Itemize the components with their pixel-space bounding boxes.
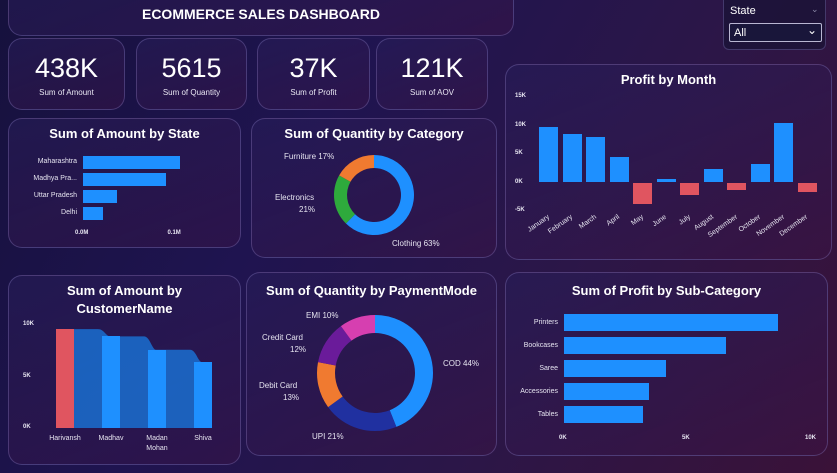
chart-title: Profit by Month — [620, 72, 717, 87]
bar — [564, 360, 667, 377]
state-dropdown[interactable]: All ⌄ — [729, 23, 822, 42]
bar — [83, 156, 181, 169]
bar-label: Printers — [533, 319, 558, 326]
slice-label: Furniture 17% — [284, 152, 335, 161]
bar — [727, 182, 746, 191]
bar-label: Tables — [537, 411, 558, 418]
slice-label-pct: 13% — [283, 393, 300, 402]
bar-label: Madhya Pra... — [33, 175, 77, 182]
bar — [797, 182, 817, 193]
bar — [656, 179, 676, 183]
bar — [680, 182, 699, 196]
chart-title: Sum of Amount by State — [49, 126, 200, 141]
y-tick-label: 15K — [515, 93, 527, 99]
slice-label: EMI 10% — [306, 311, 339, 320]
bar-label: Bookcases — [523, 342, 558, 349]
kpi-card-profit: 37K Sum of Profit — [257, 38, 370, 110]
dropdown-chevron-icon: ⌄ — [806, 23, 817, 37]
ribbon — [74, 329, 212, 428]
x-tick-label: 10K — [805, 435, 817, 441]
bar — [539, 126, 558, 183]
x-tick-label: Shiva — [194, 435, 212, 442]
slicer-label: State — [730, 5, 756, 17]
amount-by-customer-panel: Sum of Amount by CustomerName 10K 5K 0K Har… — [8, 275, 241, 465]
y-tick-label: 10K — [515, 121, 527, 128]
quantity-by-paymentmode-panel: Sum of Quantity by PaymentMode COD 44% UP… — [246, 272, 497, 456]
bar — [564, 406, 643, 423]
y-tick-label: -5K — [515, 207, 525, 213]
slice-label-pct: 21% — [299, 205, 316, 214]
bar — [83, 207, 104, 220]
slice-label: Electronics — [275, 193, 315, 202]
title-banner: ECOMMERCE SALES DASHBOARD — [8, 0, 514, 36]
bar — [564, 314, 779, 331]
bar — [633, 182, 652, 205]
bar — [586, 137, 605, 183]
y-tick-label: 5K — [515, 150, 523, 156]
bar — [564, 337, 727, 354]
donut-slice — [334, 175, 356, 224]
chart-title: Sum of Quantity by Category — [284, 126, 464, 141]
profit-by-month-panel: Profit by Month 15K 10K 5K 0K -5K January Febr… — [505, 64, 832, 260]
kpi-label: Sum of Amount — [39, 88, 94, 97]
kpi-label: Sum of Quantity — [162, 88, 221, 97]
chevron-down-icon[interactable]: ⌄ — [811, 4, 819, 15]
column — [194, 362, 212, 428]
slice-label: UPI 21% — [312, 432, 344, 441]
bar — [564, 383, 649, 400]
y-tick-label: 0K — [515, 178, 523, 185]
slice-label: COD 44% — [443, 359, 480, 368]
donut-slice — [375, 315, 433, 427]
donut-slice — [339, 155, 374, 182]
bar-label: Delhi — [61, 209, 77, 216]
x-tick-label: Madhav — [98, 435, 124, 442]
bar — [562, 134, 582, 183]
kpi-value: 121K — [400, 53, 464, 83]
bar-label: Saree — [539, 365, 558, 372]
kpi-value: 5615 — [161, 53, 222, 83]
kpi-value: 37K — [289, 53, 338, 83]
x-tick-label: 0.0M — [75, 230, 89, 236]
amount-by-state-panel: Sum of Amount by State Maharashtra Madhya… — [8, 118, 241, 248]
x-tick-label: 0K — [559, 435, 567, 441]
x-tick-label: 5K — [682, 435, 690, 441]
donut-chart — [334, 155, 414, 235]
column — [102, 336, 120, 428]
x-tick-label: Madan Mohan — [146, 435, 168, 452]
state-dropdown-value: All — [734, 27, 747, 39]
kpi-card-amount: 438K Sum of Amount — [8, 38, 125, 110]
kpi-card-quantity: 5615 Sum of Quantity — [136, 38, 247, 110]
bar — [703, 169, 723, 183]
column — [56, 329, 74, 428]
kpi-value: 438K — [34, 53, 99, 83]
bar — [83, 173, 167, 186]
bar-label: Uttar Pradesh — [33, 192, 77, 199]
slice-label-pct: 12% — [290, 345, 307, 354]
chart-title: Sum of Profit by Sub-Category — [571, 283, 762, 298]
slice-label: Debit Card — [259, 381, 298, 390]
dashboard-title: ECOMMERCE SALES DASHBOARD — [141, 6, 380, 22]
slice-label: Clothing 63% — [392, 239, 440, 248]
chart-title: Sum of Quantity by PaymentMode — [266, 283, 477, 298]
x-tick-label: Harivansh — [49, 435, 81, 442]
x-tick-label: 0.1M — [167, 230, 181, 236]
bar-label: Maharashtra — [37, 158, 77, 165]
slice-label: Credit Card — [262, 333, 303, 342]
bar — [609, 157, 629, 183]
column — [148, 349, 166, 428]
quantity-by-category-panel: Sum of Quantity by Category Clothing 63%… — [251, 118, 497, 258]
kpi-card-aov: 121K Sum of AOV — [376, 38, 488, 110]
kpi-label: Sum of AOV — [409, 88, 455, 97]
kpi-label: Sum of Profit — [290, 88, 337, 97]
bar — [774, 123, 793, 183]
state-slicer: State ⌄ All ⌄ — [723, 0, 826, 50]
bar — [83, 190, 118, 203]
donut-slice — [328, 396, 397, 431]
bar — [750, 163, 770, 183]
donut-chart — [317, 315, 433, 431]
profit-by-subcategory-panel: Sum of Profit by Sub-Category Printers Bo… — [505, 272, 828, 456]
bar-label: Accessories — [520, 388, 558, 395]
